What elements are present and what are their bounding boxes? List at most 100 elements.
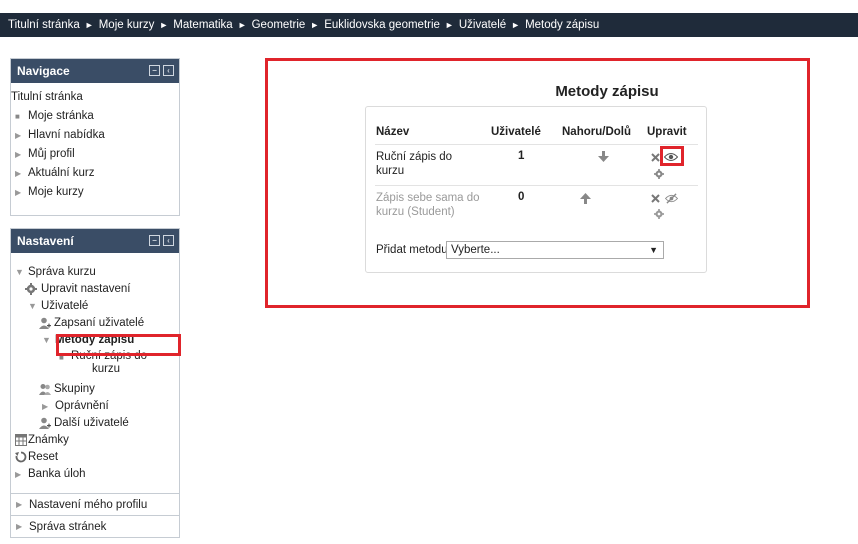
highlight-box xyxy=(56,334,181,356)
settings-item-label: Nastavení mého profilu xyxy=(29,499,148,511)
grades-table-icon xyxy=(15,434,27,446)
method-name: Ruční zápis do kurzu xyxy=(376,151,453,177)
expand-arrow-icon: ▶ xyxy=(42,402,49,411)
user-icon xyxy=(39,417,51,429)
breadcrumb-my-courses[interactable]: Moje kurzy xyxy=(99,19,155,31)
nav-item-main-menu[interactable]: ▶ Hlavní nabídka xyxy=(11,126,179,145)
eye-hidden-icon[interactable] xyxy=(665,193,678,204)
settings-block-header: Nastavení − ‹ xyxy=(11,229,179,253)
settings-item-label: Banka úloh xyxy=(28,468,86,480)
user-icon xyxy=(39,317,51,329)
user-count: 1 xyxy=(518,150,525,162)
add-method-select[interactable]: Vyberte... ▼ xyxy=(446,241,664,259)
settings-item-label: Upravit nastavení xyxy=(41,283,131,295)
nav-item-my-profile[interactable]: ▶ Můj profil xyxy=(11,145,179,164)
main-region: Metody zápisu Název Uživatelé Nahoru/Dol… xyxy=(265,58,810,308)
settings-item-label: Skupiny xyxy=(54,383,95,395)
breadcrumb-current: Metody zápisu xyxy=(525,19,600,31)
expand-arrow-icon: ▶ xyxy=(16,522,23,531)
column-header-name: Název xyxy=(376,126,410,138)
breadcrumb-separator: ► xyxy=(444,20,454,30)
breadcrumb-mathematics[interactable]: Matematika xyxy=(173,19,232,31)
column-header-users: Uživatelé xyxy=(491,126,541,138)
expand-arrow-icon: ▶ xyxy=(15,131,22,140)
nav-item-label: Moje kurzy xyxy=(28,186,84,198)
settings-item-label: Zapsaní uživatelé xyxy=(54,317,145,329)
settings-item-enrolled-users[interactable]: Zapsaní uživatelé xyxy=(11,315,179,332)
move-down-icon[interactable] xyxy=(598,151,609,163)
dock-icon[interactable]: ‹ xyxy=(163,235,174,246)
settings-item-course-admin[interactable]: ▼ Správa kurzu xyxy=(11,264,179,281)
nav-item-current-course[interactable]: ▶ Aktuální kurz xyxy=(11,164,179,183)
breadcrumb-separator: ► xyxy=(237,20,247,30)
move-up-icon[interactable] xyxy=(580,193,591,205)
delete-icon[interactable] xyxy=(651,194,660,203)
top-bar: Titulní stránka ► Moje kurzy ► Matematika ► Ge… xyxy=(0,0,858,46)
settings-item-label: Správa kurzu xyxy=(28,266,96,278)
expand-arrow-icon: ▶ xyxy=(15,169,22,178)
delete-icon[interactable] xyxy=(651,153,660,162)
nav-item-label: Hlavní nabídka xyxy=(28,129,105,141)
divider xyxy=(375,144,698,145)
gear-icon[interactable] xyxy=(654,209,664,219)
group-icon xyxy=(39,384,51,395)
nav-item-home[interactable]: Titulní stránka xyxy=(11,88,179,107)
settings-item-question-bank[interactable]: ▶ Banka úloh xyxy=(11,466,179,483)
navigation-block-title: Navigace xyxy=(17,64,70,78)
column-header-updown: Nahoru/Dolů xyxy=(562,126,631,138)
breadcrumb-home[interactable]: Titulní stránka xyxy=(8,19,80,31)
settings-block: Nastavení − ‹ ▼ Správa kurzu Upravit nast… xyxy=(10,228,180,494)
nav-item-label: Moje stránka xyxy=(28,110,94,122)
settings-block-title: Nastavení xyxy=(17,234,74,248)
breadcrumb-users[interactable]: Uživatelé xyxy=(459,19,506,31)
nav-item-my-courses[interactable]: ▶ Moje kurzy xyxy=(11,183,179,202)
select-value: Vyberte... xyxy=(451,244,500,256)
method-name: Zápis sebe sama do kurzu (Student) xyxy=(376,192,480,218)
breadcrumb-separator: ► xyxy=(159,20,169,30)
page-title: Metody zápisu xyxy=(555,83,659,100)
breadcrumb-separator: ► xyxy=(511,20,521,30)
settings-item-edit-settings[interactable]: Upravit nastavení xyxy=(11,281,179,298)
settings-item-users[interactable]: ▼ Uživatelé xyxy=(11,298,179,315)
breadcrumb-separator: ► xyxy=(310,20,320,30)
breadcrumb-geometry[interactable]: Geometrie xyxy=(252,19,306,31)
expand-arrow-icon: ▶ xyxy=(15,188,22,197)
collapse-arrow-icon: ▼ xyxy=(28,301,37,311)
divider xyxy=(375,185,698,186)
expand-arrow-icon: ▶ xyxy=(15,150,22,159)
nav-item-label: Titulní stránka xyxy=(11,91,83,103)
settings-item-grades[interactable]: Známky xyxy=(11,432,179,449)
navigation-block: Navigace − ‹ Titulní stránka ■ Moje strán… xyxy=(10,58,180,216)
navigation-block-header: Navigace − ‹ xyxy=(11,59,179,83)
settings-item-label: Známky xyxy=(28,434,69,446)
collapse-icon[interactable]: − xyxy=(149,65,160,76)
column-header-edit: Upravit xyxy=(647,126,687,138)
breadcrumb-course[interactable]: Euklidovska geometrie xyxy=(324,19,440,31)
user-count: 0 xyxy=(518,191,525,203)
settings-item-label: Správa stránek xyxy=(29,521,107,533)
reset-icon xyxy=(15,451,27,463)
settings-item-my-profile-settings[interactable]: ▶ Nastavení mého profilu xyxy=(10,494,180,516)
settings-item-label: Reset xyxy=(28,451,59,463)
breadcrumb-separator: ► xyxy=(84,20,94,30)
settings-item-label: Další uživatelé xyxy=(54,417,129,429)
expand-arrow-icon: ▶ xyxy=(15,470,22,479)
collapse-arrow-icon: ▼ xyxy=(42,335,51,345)
settings-item-reset[interactable]: Reset xyxy=(11,449,179,466)
settings-item-groups[interactable]: Skupiny xyxy=(11,381,179,398)
highlight-box xyxy=(660,146,684,166)
settings-item-permissions[interactable]: ▶ Oprávnění xyxy=(11,398,179,415)
dock-icon[interactable]: ‹ xyxy=(163,65,174,76)
nav-item-label: Můj profil xyxy=(28,148,75,160)
collapse-arrow-icon: ▼ xyxy=(15,267,24,277)
dropdown-arrow-icon: ▼ xyxy=(649,245,658,255)
add-method-label: Přidat metodu xyxy=(376,244,448,256)
settings-item-site-admin[interactable]: ▶ Správa stránek xyxy=(10,516,180,538)
gear-icon[interactable] xyxy=(654,169,664,179)
nav-item-my-page[interactable]: ■ Moje stránka xyxy=(11,107,179,126)
gear-icon xyxy=(25,283,37,295)
bullet-icon: ■ xyxy=(15,112,20,121)
collapse-icon[interactable]: − xyxy=(149,235,160,246)
settings-item-other-users[interactable]: Další uživatelé xyxy=(11,415,179,432)
breadcrumb: Titulní stránka ► Moje kurzy ► Matematika ► Ge… xyxy=(0,13,858,37)
